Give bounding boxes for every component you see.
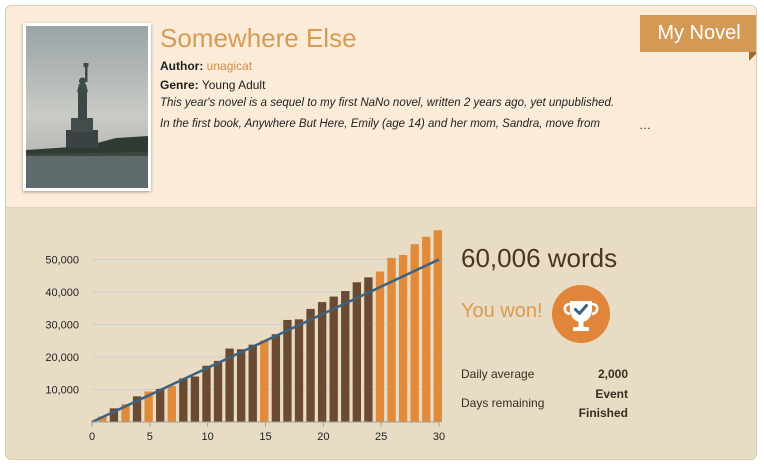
author-label: Author:: [160, 59, 204, 73]
x-tick-label: 25: [375, 431, 387, 443]
bar: [167, 385, 176, 422]
genre-line: Genre: Young Adult: [160, 78, 265, 92]
word-count-chart-svg: 10,000 20,000 30,000 40,000 50,000 0 5 10 15 20 25…: [45, 230, 445, 443]
author-link[interactable]: unagicat: [207, 59, 252, 73]
x-tick-label: 0: [89, 431, 95, 443]
bar: [375, 271, 385, 422]
y-tick-label: 30,000: [45, 320, 79, 332]
x-tick-label: 20: [317, 431, 329, 443]
x-tick-label: 10: [202, 431, 214, 443]
days-remaining-label: Days remaining: [461, 396, 545, 410]
days-remaining-value-line1: Event: [595, 387, 628, 401]
bar: [237, 349, 246, 422]
bar: [213, 360, 223, 422]
bar: [329, 296, 338, 422]
genre-label: Genre:: [160, 78, 199, 92]
statue-of-liberty-photo: [26, 26, 148, 188]
author-line: Author: unagicat: [160, 59, 252, 73]
word-count-chart: 10,000 20,000 30,000 40,000 50,000 0 5 10 15 20 25…: [6, 209, 456, 459]
y-tick-label: 20,000: [45, 352, 79, 364]
word-count-total: 60,006 words: [461, 243, 618, 273]
bar: [248, 344, 257, 422]
bar: [294, 319, 304, 422]
days-remaining-value: Event Finished: [579, 385, 628, 423]
ribbon-fold: [749, 52, 756, 61]
trophy-icon-graphic: [563, 301, 599, 331]
y-tick-label: 40,000: [45, 287, 79, 299]
you-won-label: You won!: [461, 300, 543, 322]
bar: [156, 388, 165, 422]
y-tick-label: 10,000: [45, 385, 79, 397]
bar: [398, 254, 408, 422]
x-tick-label: 30: [433, 431, 445, 443]
bar: [190, 376, 200, 422]
synopsis-more-link[interactable]: …: [639, 118, 651, 132]
bar: [283, 319, 292, 422]
bar: [352, 282, 361, 422]
y-tick-label: 50,000: [45, 255, 79, 267]
x-tick-label: 15: [259, 431, 271, 443]
bar: [341, 291, 350, 422]
days-remaining-value-line2: Finished: [578, 406, 628, 420]
daily-average-value: 2,000: [597, 367, 628, 381]
bar: [179, 378, 188, 422]
bar: [202, 365, 211, 422]
novel-info-panel: Somewhere Else Author: unagicat Genre: Y…: [6, 6, 756, 208]
trophy-check-icon[interactable]: [552, 285, 610, 343]
bar: [260, 340, 269, 422]
novel-cover-image[interactable]: [23, 23, 151, 191]
daily-average-label: Daily average: [461, 367, 535, 381]
bar: [317, 302, 327, 422]
synopsis-line-2: In the first book, Anywhere But Here, Em…: [160, 118, 600, 130]
novel-card: Somewhere Else Author: unagicat Genre: Y…: [5, 5, 757, 460]
my-novel-ribbon: My Novel: [640, 15, 756, 52]
bar: [364, 277, 373, 422]
x-tick-label: 5: [147, 431, 153, 443]
novel-title[interactable]: Somewhere Else: [160, 23, 357, 54]
bar: [271, 334, 281, 422]
synopsis-line-1: This year's novel is a sequel to my firs…: [160, 97, 615, 109]
bar: [306, 308, 315, 422]
genre-value: Young Adult: [201, 78, 266, 92]
